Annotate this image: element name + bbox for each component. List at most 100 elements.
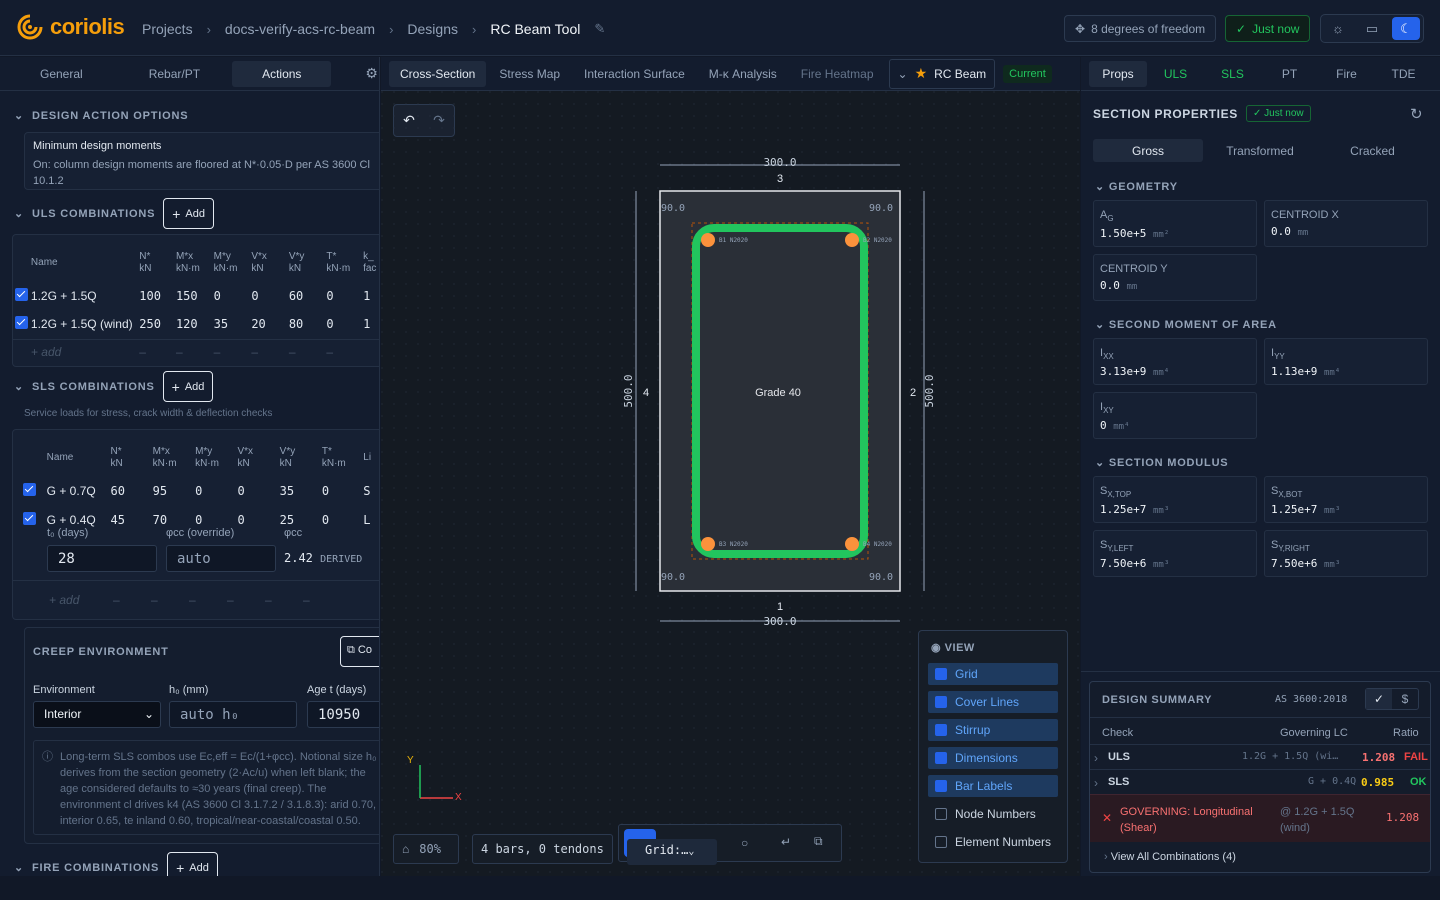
summary-row-uls[interactable]: › ULS 1.2G + 1.5Q (wi… 1.208 FAIL (1090, 744, 1430, 769)
cell[interactable]: 0 (322, 476, 363, 505)
phicc-override-input[interactable]: auto (166, 545, 276, 572)
tab-cross-section[interactable]: Cross-Section (389, 60, 487, 87)
monitor-icon[interactable]: ▭ (1358, 17, 1386, 40)
t0-input[interactable]: 28 (47, 545, 157, 572)
cell[interactable]: 0 (322, 505, 363, 534)
tab-rebar-pt[interactable]: Rebar/PT (133, 61, 216, 87)
cell[interactable]: S (363, 476, 379, 505)
app-logo[interactable]: coriolis (16, 13, 125, 41)
add-fire-button[interactable]: + Add (167, 852, 218, 876)
chevron-down-icon[interactable]: ⌄ (14, 380, 24, 393)
rebar-b3[interactable] (701, 537, 715, 551)
cell[interactable]: 35 (280, 476, 322, 505)
sls-add-row[interactable]: + add (49, 593, 79, 607)
cell[interactable]: 60 (289, 281, 327, 310)
cell[interactable]: 1 (363, 281, 379, 310)
check-icon[interactable]: ✓ (1366, 689, 1392, 709)
add-uls-button[interactable]: + Add (163, 198, 214, 229)
fit-view-icon[interactable]: ⧉ (814, 834, 823, 849)
row-checkbox[interactable] (15, 316, 28, 330)
view-toggle-element-numbers[interactable]: Element Numbers (928, 831, 1058, 853)
cell[interactable]: 45 (111, 505, 153, 534)
h0-input[interactable]: auto h₀ (169, 701, 297, 728)
tab-general[interactable]: General (24, 61, 99, 87)
copy-button[interactable]: ⧉ Co (340, 636, 379, 667)
breadcrumb-projects[interactable]: Projects (142, 21, 193, 37)
tab-stress-map[interactable]: Stress Map (488, 61, 571, 87)
view-all-combinations-link[interactable]: › View All Combinations (4) (1104, 851, 1236, 863)
cell[interactable]: 120 (176, 310, 214, 339)
sun-icon[interactable]: ☼ (1324, 17, 1352, 40)
view-toggle-grid[interactable]: Grid (928, 663, 1058, 685)
chevron-down-icon[interactable]: ⌄ (14, 861, 24, 874)
tab-props[interactable]: Props (1089, 60, 1147, 87)
cell[interactable]: 95 (153, 476, 195, 505)
cell[interactable]: 35 (214, 310, 252, 339)
table-row[interactable]: 1.2G + 1.5Q 100 150 0 0 60 0 1 (13, 281, 379, 310)
tab-fire-heatmap[interactable]: Fire Heatmap (790, 61, 885, 87)
rebar-b4[interactable] (845, 537, 859, 551)
add-sls-button[interactable]: + Add (162, 371, 214, 402)
view-toggle-dimensions[interactable]: Dimensions (928, 747, 1058, 769)
moon-icon[interactable]: ☾ (1392, 17, 1420, 40)
cell[interactable]: 80 (289, 310, 327, 339)
cell[interactable]: L (363, 505, 379, 534)
tab-sls[interactable]: SLS (1204, 61, 1261, 87)
add-row[interactable]: + add – – – – – – (13, 339, 379, 365)
cell[interactable]: 20 (251, 310, 289, 339)
tab-fire[interactable]: Fire (1318, 61, 1375, 87)
cell[interactable]: 150 (176, 281, 214, 310)
breadcrumb-project[interactable]: docs-verify-acs-rc-beam (225, 21, 375, 37)
view-toggle-cover-lines[interactable]: Cover Lines (928, 691, 1058, 713)
row-name[interactable]: 1.2G + 1.5Q (31, 281, 139, 310)
home-icon[interactable]: ⌂ (402, 842, 409, 856)
environment-select[interactable]: Interior ⌄ (33, 701, 161, 728)
tab-interaction-surface[interactable]: Interaction Surface (573, 61, 696, 87)
cell[interactable]: 0 (326, 281, 363, 310)
view-toggle-stirrup[interactable]: Stirrup (928, 719, 1058, 741)
tab-tde[interactable]: TDE (1375, 61, 1432, 87)
summary-row-sls[interactable]: › SLS G + 0.4Q 0.985 OK (1090, 769, 1430, 794)
rebar-b1[interactable] (701, 233, 715, 247)
tab-uls[interactable]: ULS (1147, 61, 1204, 87)
tab-m-k-analysis[interactable]: M-κ Analysis (698, 61, 788, 87)
cell[interactable]: 0 (238, 476, 280, 505)
gear-icon[interactable]: ⚙ (365, 65, 378, 82)
cell[interactable]: 100 (139, 281, 176, 310)
cell[interactable]: 0 (326, 310, 363, 339)
cell[interactable]: 0 (238, 505, 280, 534)
row-name[interactable]: G + 0.7Q (47, 476, 111, 505)
row-checkbox[interactable] (23, 482, 36, 496)
mode-transformed[interactable]: Transformed (1203, 139, 1317, 162)
geometry-header[interactable]: ⌄ GEOMETRY (1095, 180, 1178, 193)
grid-dropdown[interactable]: Grid:…⌄ (627, 839, 717, 865)
cell[interactable]: 60 (111, 476, 153, 505)
mode-gross[interactable]: Gross (1093, 139, 1203, 162)
refresh-icon[interactable]: ↻ (1410, 105, 1423, 123)
dof-badge[interactable]: ✥ 8 degrees of freedom (1064, 15, 1217, 42)
dollar-icon[interactable]: $ (1392, 689, 1418, 709)
cell[interactable]: 0 (214, 281, 252, 310)
row-checkbox[interactable] (15, 287, 28, 301)
view-toggle-bar-labels[interactable]: Bar Labels (928, 775, 1058, 797)
mode-cracked[interactable]: Cracked (1317, 139, 1428, 162)
cell[interactable]: 1 (363, 310, 379, 339)
tab-pt[interactable]: PT (1261, 61, 1318, 87)
second-moment-header[interactable]: ⌄ SECOND MOMENT OF AREA (1095, 318, 1277, 331)
age-input[interactable]: 10950 (307, 701, 379, 728)
add-row-label[interactable]: + add (31, 339, 139, 365)
chevron-down-icon[interactable]: ⌄ (14, 207, 24, 220)
governing-row[interactable]: ✕ GOVERNING: Longitudinal (Shear) @ 1.2G… (1090, 794, 1430, 842)
pencil-icon[interactable]: ✎ (594, 21, 605, 37)
zoom-control[interactable]: ⌂ 80% (393, 834, 459, 864)
table-row[interactable]: 1.2G + 1.5Q (wind) 250 120 35 20 80 0 1 (13, 310, 379, 339)
cell[interactable]: 0 (195, 476, 237, 505)
design-selector[interactable]: ⌄ ★ RC Beam (888, 58, 996, 89)
table-row[interactable]: G + 0.7Q 60 95 0 0 35 0 S (13, 476, 379, 505)
circle-tool-icon[interactable]: ○ (741, 836, 748, 850)
tab-actions[interactable]: Actions (232, 60, 332, 87)
breadcrumb-designs[interactable]: Designs (407, 21, 458, 37)
rebar-b2[interactable] (845, 233, 859, 247)
enter-tool-icon[interactable]: ↵ (781, 835, 791, 849)
cell[interactable]: 0 (251, 281, 289, 310)
